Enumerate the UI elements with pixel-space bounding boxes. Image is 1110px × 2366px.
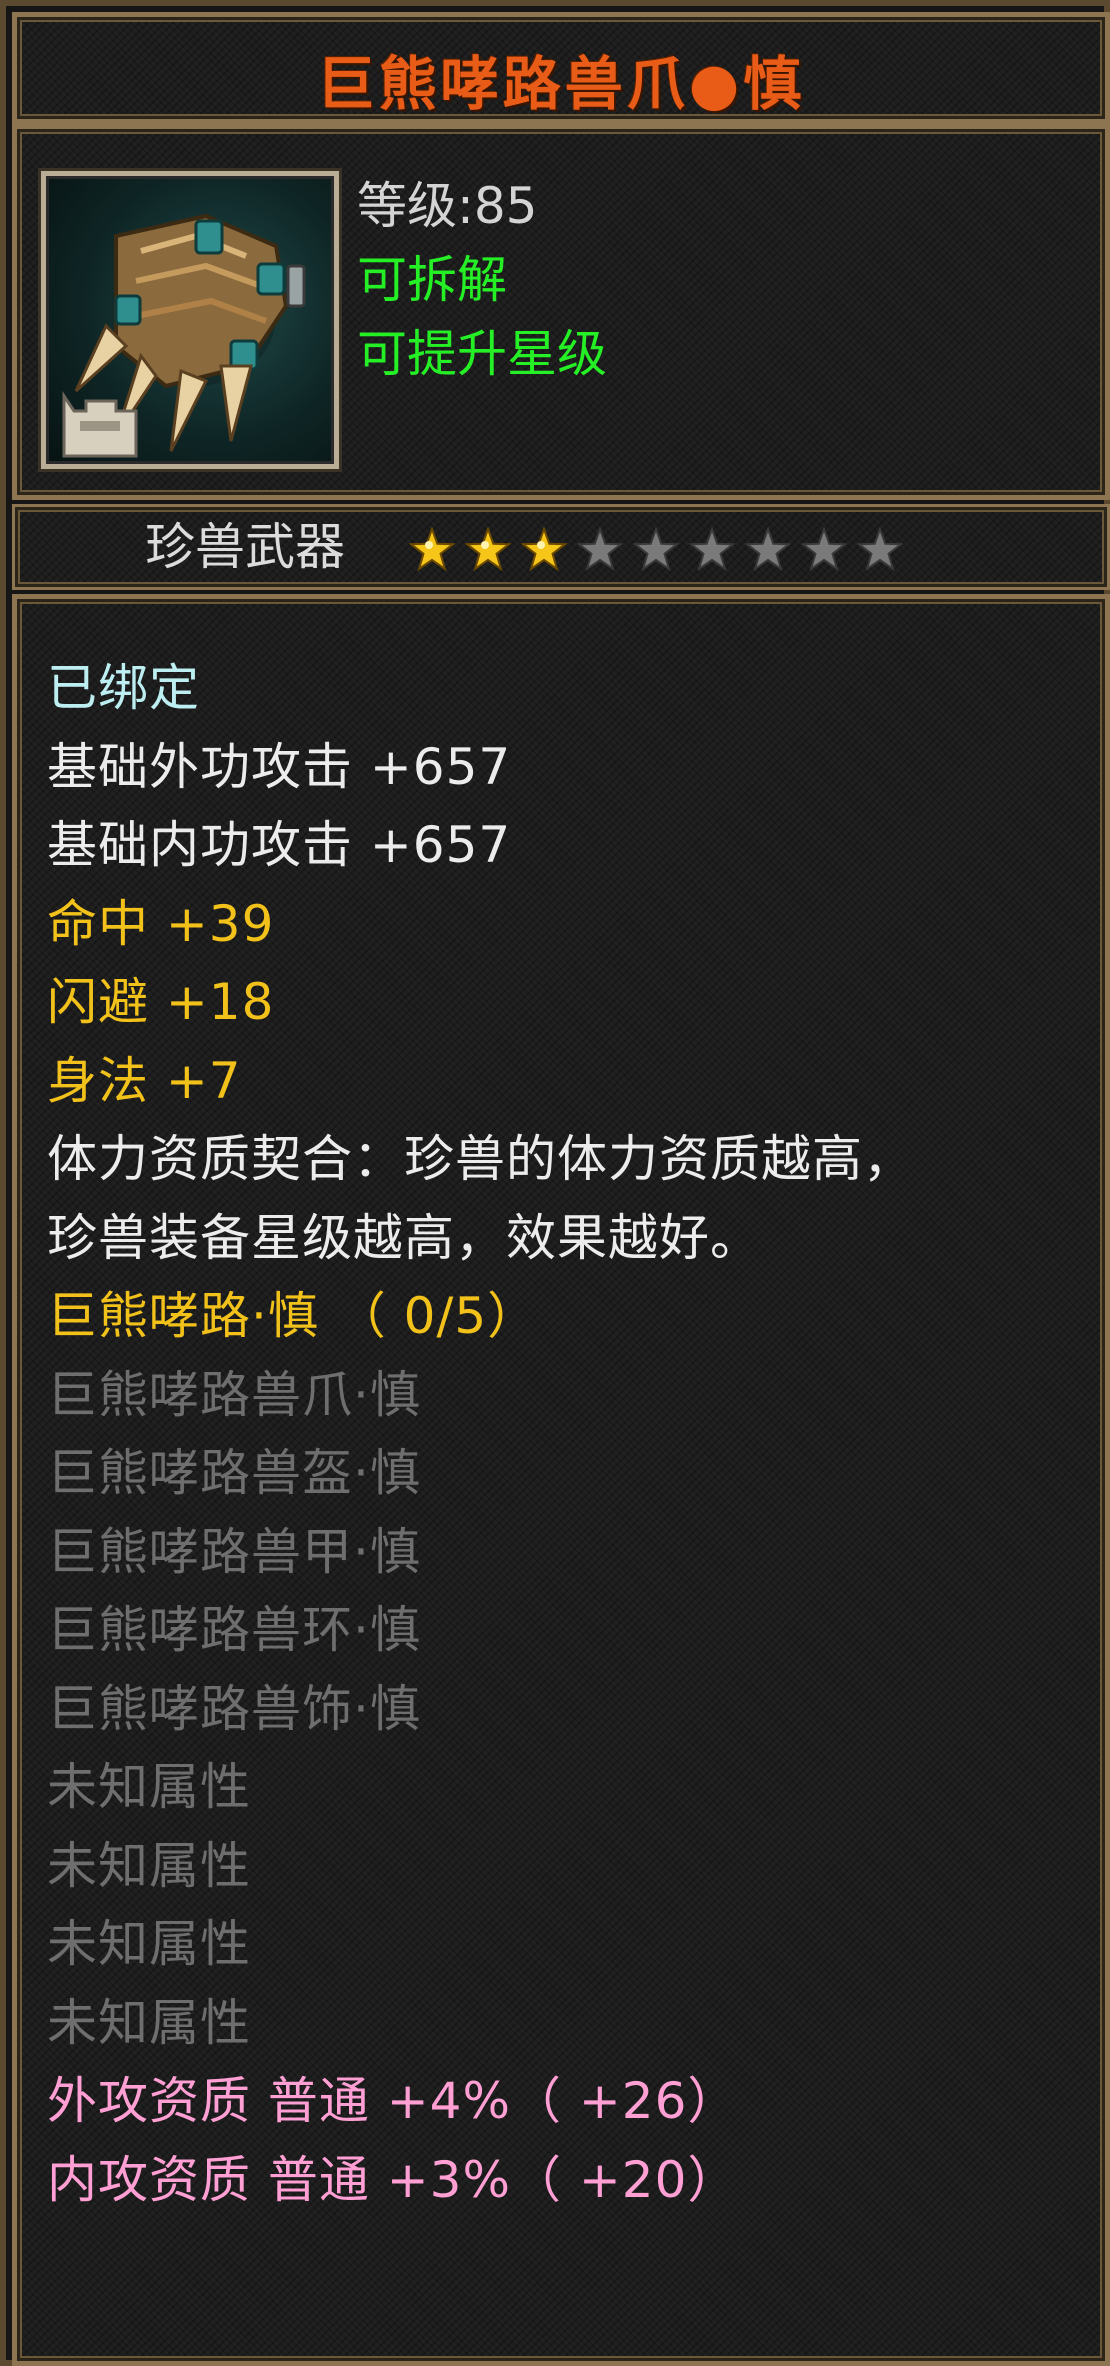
stats-panel: 已绑定 基础外功攻击 +657 基础内功攻击 +657 命中 +39 闪避 +1… bbox=[12, 594, 1110, 2366]
star-empty-icon bbox=[689, 527, 735, 572]
description-line-2: 珍兽装备星级越高，效果越好。 bbox=[47, 1208, 761, 1267]
star-filled-icon bbox=[465, 527, 511, 572]
item-level: 等级:85 bbox=[357, 177, 538, 235]
item-title: 巨熊哮路兽爪●慎 bbox=[316, 50, 806, 118]
base-internal-attack: 基础内功攻击 +657 bbox=[47, 816, 512, 874]
agility-stat: 身法 +7 bbox=[47, 1051, 242, 1110]
item-tooltip: 巨熊哮路兽爪●慎 等级:85 可拆解 可提升星级 珍兽武器 已绑定 基础外功攻击… bbox=[0, 0, 1110, 2366]
beast-claw-icon bbox=[41, 171, 339, 469]
stat-list: 已绑定 基础外功攻击 +657 基础内功攻击 +657 命中 +39 闪避 +1… bbox=[47, 649, 1087, 2219]
hit-stat: 命中 +39 bbox=[47, 894, 275, 953]
set-item: 巨熊哮路兽饰·慎 bbox=[47, 1679, 421, 1738]
unknown-attribute: 未知属性 bbox=[47, 1993, 251, 2052]
star-empty-icon bbox=[577, 527, 623, 572]
star-empty-icon bbox=[801, 527, 847, 572]
unknown-attribute: 未知属性 bbox=[47, 1836, 251, 1895]
dismantle-flag: 可拆解 bbox=[357, 251, 507, 309]
unknown-attribute: 未知属性 bbox=[47, 1758, 251, 1816]
set-item: 巨熊哮路兽爪·慎 bbox=[47, 1365, 421, 1424]
description-line-1: 体力资质契合：珍兽的体力资质越高， bbox=[47, 1130, 914, 1188]
star-empty-icon bbox=[633, 527, 679, 572]
set-item: 巨熊哮路兽甲·慎 bbox=[47, 1522, 421, 1581]
rank-bar: 珍兽武器 bbox=[12, 504, 1110, 590]
item-info-lines: 等级:85 可拆解 可提升星级 bbox=[357, 169, 607, 391]
star-rating bbox=[409, 527, 913, 573]
star-empty-icon bbox=[745, 527, 791, 572]
set-name: 巨熊哮路·慎 （ 0/5） bbox=[47, 1287, 539, 1345]
base-external-attack: 基础外功攻击 +657 bbox=[47, 737, 512, 796]
unknown-attribute: 未知属性 bbox=[47, 1915, 251, 1973]
title-bar: 巨熊哮路兽爪●慎 bbox=[12, 12, 1110, 124]
external-attack-quality: 外攻资质 普通 +4%（ +26） bbox=[47, 2072, 739, 2130]
item-category: 珍兽武器 bbox=[145, 518, 345, 576]
item-info-panel: 等级:85 可拆解 可提升星级 bbox=[12, 124, 1110, 500]
star-filled-icon bbox=[521, 527, 567, 572]
internal-attack-quality: 内攻资质 普通 +3%（ +20） bbox=[47, 2150, 739, 2209]
set-item: 巨熊哮路兽环·慎 bbox=[47, 1601, 421, 1659]
dodge-stat: 闪避 +18 bbox=[47, 973, 275, 1031]
set-item: 巨熊哮路兽盔·慎 bbox=[47, 1444, 421, 1502]
star-filled-icon bbox=[409, 527, 455, 572]
star-empty-icon bbox=[857, 527, 903, 572]
bound-status: 已绑定 bbox=[47, 659, 200, 717]
upgrade-star-flag: 可提升星级 bbox=[357, 325, 607, 383]
